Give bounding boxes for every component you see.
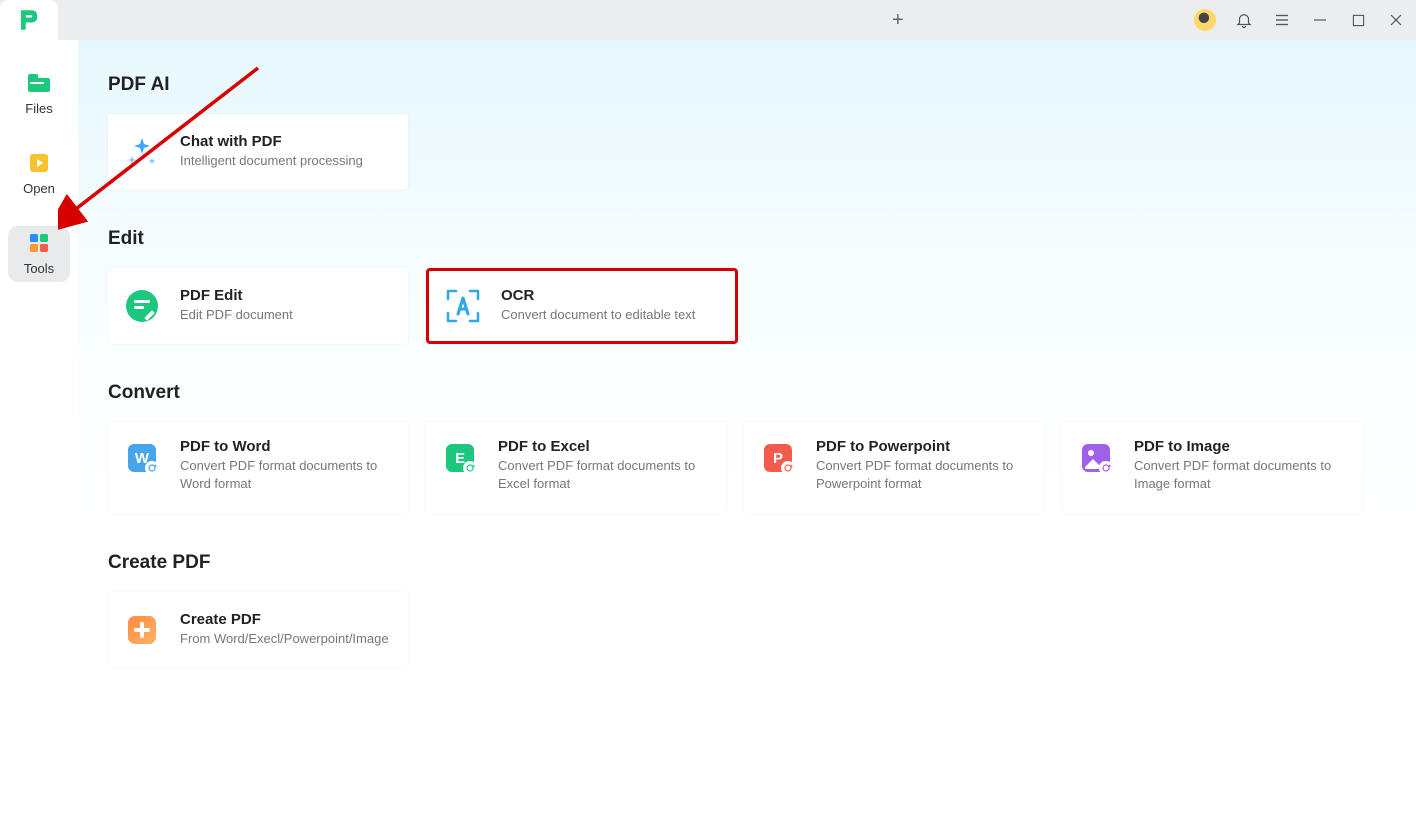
title-bar: + (0, 0, 1416, 40)
hamburger-menu-icon[interactable] (1272, 10, 1292, 30)
svg-text:P: P (773, 450, 783, 467)
sidebar-item-label: Tools (24, 261, 54, 276)
avatar[interactable] (1194, 9, 1216, 31)
section-title: Create PDF (108, 552, 1386, 574)
sidebar-item-files[interactable]: Files (8, 66, 70, 122)
sidebar-item-tools[interactable]: Tools (8, 226, 70, 282)
card-title: PDF Edit (180, 287, 293, 304)
open-icon (26, 150, 52, 176)
card-chat-with-pdf[interactable]: Chat with PDF Intelligent document proce… (108, 114, 408, 190)
card-title: OCR (501, 287, 695, 304)
card-title: PDF to Word (180, 438, 394, 455)
card-desc: Convert PDF format documents to Image fo… (1134, 457, 1348, 493)
sidebar-item-open[interactable]: Open (8, 146, 70, 202)
pdf-edit-icon (122, 286, 162, 326)
card-desc: Convert PDF format documents to Powerpoi… (816, 457, 1030, 493)
section-convert: Convert W PDF to Word Convert PDF format… (108, 382, 1386, 514)
app-logo-tab[interactable] (0, 0, 58, 40)
svg-text:E: E (455, 450, 465, 467)
new-tab-button[interactable]: + (892, 9, 904, 32)
section-title: PDF AI (108, 74, 1386, 96)
card-desc: Edit PDF document (180, 306, 293, 324)
close-button[interactable] (1386, 10, 1406, 30)
section-pdf-ai: PDF AI Chat with PDF Intelligent documen… (108, 74, 1386, 190)
card-desc: From Word/Execl/Powerpoint/Image (180, 630, 389, 648)
powerpoint-icon: P (758, 438, 798, 478)
card-title: Create PDF (180, 611, 389, 628)
card-pdf-edit[interactable]: PDF Edit Edit PDF document (108, 268, 408, 344)
image-icon (1076, 438, 1116, 478)
sparkle-icon (122, 132, 162, 172)
card-pdf-to-image[interactable]: PDF to Image Convert PDF format document… (1062, 422, 1362, 514)
minimize-button[interactable] (1310, 10, 1330, 30)
section-create-pdf: Create PDF Create PDF From Word/Execl/Po… (108, 552, 1386, 668)
notifications-icon[interactable] (1234, 10, 1254, 30)
sidebar: Files Open Tools (0, 40, 78, 839)
tools-icon (26, 230, 52, 256)
sidebar-item-label: Open (23, 181, 55, 196)
card-ocr[interactable]: OCR Convert document to editable text (426, 268, 738, 344)
card-desc: Convert PDF format documents to Word for… (180, 457, 394, 493)
card-create-pdf[interactable]: Create PDF From Word/Execl/Powerpoint/Im… (108, 592, 408, 668)
card-title: PDF to Powerpoint (816, 438, 1030, 455)
app-logo-icon (16, 7, 42, 33)
card-desc: Convert document to editable text (501, 306, 695, 324)
word-icon: W (122, 438, 162, 478)
card-desc: Convert PDF format documents to Excel fo… (498, 457, 712, 493)
section-edit: Edit PDF Edit Edit PDF document (108, 228, 1386, 344)
main-content: PDF AI Chat with PDF Intelligent documen… (78, 40, 1416, 839)
section-title: Convert (108, 382, 1386, 404)
excel-icon: E (440, 438, 480, 478)
section-title: Edit (108, 228, 1386, 250)
card-desc: Intelligent document processing (180, 152, 363, 170)
card-title: Chat with PDF (180, 133, 363, 150)
card-pdf-to-powerpoint[interactable]: P PDF to Powerpoint Convert PDF format d… (744, 422, 1044, 514)
card-title: PDF to Excel (498, 438, 712, 455)
maximize-button[interactable] (1348, 10, 1368, 30)
files-icon (26, 70, 52, 96)
ocr-icon (443, 286, 483, 326)
card-title: PDF to Image (1134, 438, 1348, 455)
card-pdf-to-word[interactable]: W PDF to Word Convert PDF format documen… (108, 422, 408, 514)
card-pdf-to-excel[interactable]: E PDF to Excel Convert PDF format docume… (426, 422, 726, 514)
create-pdf-icon (122, 610, 162, 650)
sidebar-item-label: Files (25, 101, 52, 116)
